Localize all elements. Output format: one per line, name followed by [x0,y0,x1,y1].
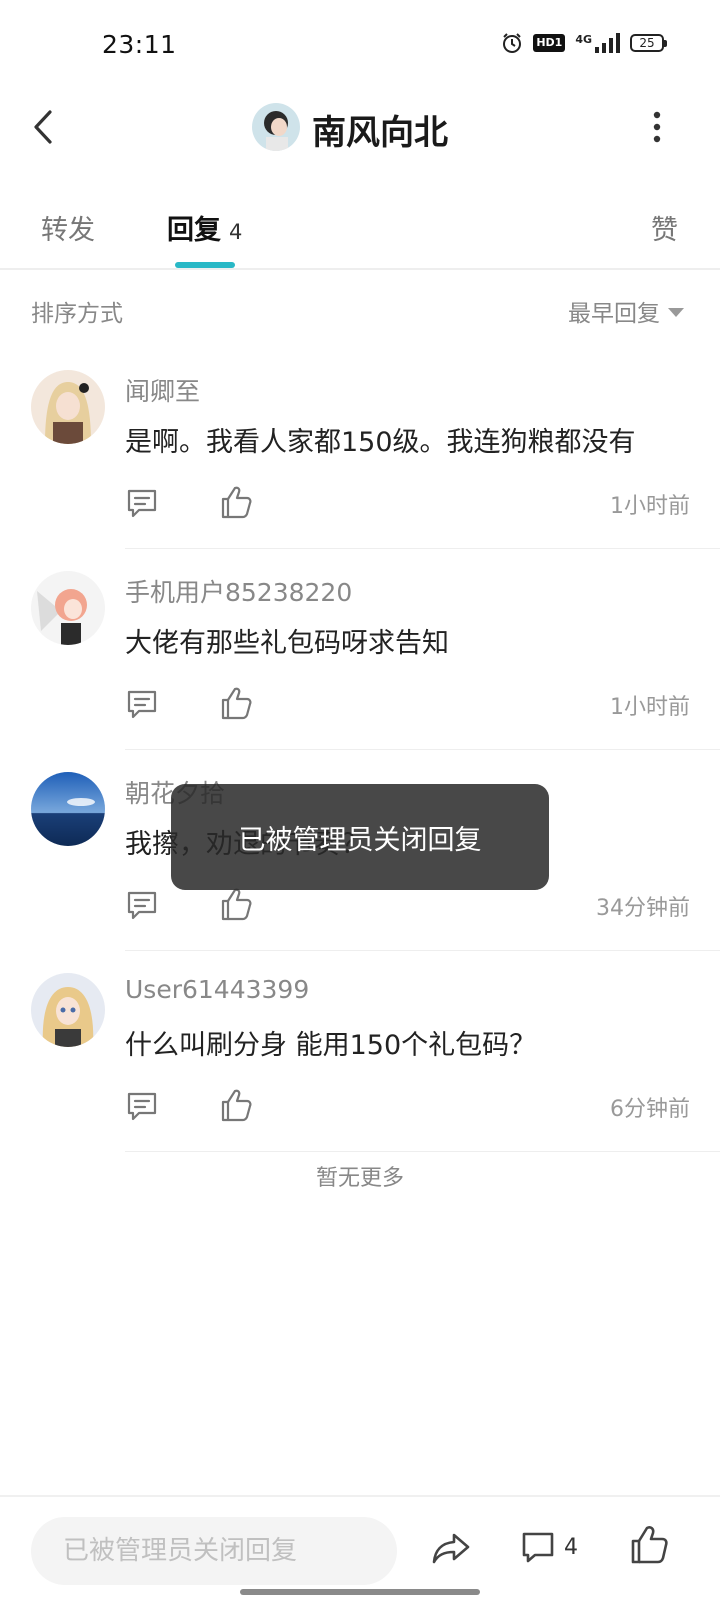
comment-text: 大佬有那些礼包码呀求告知 [125,628,449,659]
back-button[interactable] [22,104,68,150]
battery-level: 25 [639,36,655,50]
comment-text: 是啊。我看人家都150级。我连狗粮都没有 [125,427,636,458]
hd-badge: HD1 [533,34,566,52]
caret-down-icon [668,307,684,317]
tab-repost[interactable]: 转发 [41,208,95,247]
comment-item: 手机用户85238220 大佬有那些礼包码呀求告知 1小时前 [0,571,720,776]
home-indicator[interactable] [240,1589,480,1595]
tab-bar: 转发 回复 4 赞 [0,190,720,270]
network-label: 4G [575,32,592,46]
status-bar: 23:11 HD1 4G 25 [0,0,720,90]
divider [125,950,720,951]
status-time: 23:11 [102,30,177,59]
comment-time: 34分钟前 [596,896,690,921]
alarm-icon [503,33,522,53]
commenter-avatar[interactable] [31,571,105,645]
comment-time: 1小时前 [610,695,690,720]
tab-like[interactable]: 赞 [651,208,678,247]
thumbs-up-icon[interactable] [219,484,253,520]
share-icon[interactable] [430,1527,472,1569]
comment-item: 闻卿至 是啊。我看人家都150级。我连狗粮都没有 1小时前 [0,370,720,575]
chevron-left-icon [34,110,52,144]
divider [125,1151,720,1152]
toast-message: 已被管理员关闭回复 [171,784,549,890]
tab-reply-count: 4 [229,220,243,244]
comment-actions: 1小时前 [125,687,690,731]
reply-icon[interactable] [125,687,159,721]
thumbs-up-icon[interactable] [629,1523,669,1565]
thumbs-up-icon[interactable] [219,886,253,922]
top-bar: 南风向北 [0,90,720,170]
sort-value: 最早回复 [568,301,660,327]
sort-dropdown[interactable]: 最早回复 [568,294,684,328]
divider [125,548,720,549]
thumbs-up-icon[interactable] [219,685,253,721]
comment-time: 1小时前 [610,494,690,519]
signal-icon [595,33,620,53]
reply-icon[interactable] [125,1089,159,1123]
reply-input[interactable] [31,1517,397,1585]
page-title: 南风向北 [312,113,448,153]
comment-actions: 1小时前 [125,486,690,530]
reply-icon[interactable] [125,486,159,520]
commenter-name[interactable]: User61443399 [125,975,309,1004]
active-tab-indicator [175,262,235,268]
thumbs-up-icon[interactable] [219,1087,253,1123]
commenter-name[interactable]: 闻卿至 [125,372,200,408]
commenter-avatar[interactable] [31,772,105,846]
divider [125,749,720,750]
bottom-action-bar: 4 [0,1495,720,1600]
status-icons: HD1 4G 25 [501,32,667,54]
comment-text: 什么叫刷分身 能用150个礼包码？ [125,1030,537,1061]
sort-label: 排序方式 [31,301,123,327]
battery-icon: 25 [630,34,667,52]
comment-item: User61443399 什么叫刷分身 能用150个礼包码？ 6分钟前 [0,973,720,1178]
comment-time: 6分钟前 [610,1097,690,1122]
sort-bar: 排序方式 最早回复 [0,290,720,330]
commenter-name[interactable]: 手机用户85238220 [125,573,352,609]
comments-button[interactable]: 4 [520,1525,578,1569]
author-avatar[interactable] [252,103,300,151]
comment-count: 4 [564,1534,578,1560]
comment-actions: 34分钟前 [125,888,690,932]
reply-icon[interactable] [125,888,159,922]
commenter-avatar[interactable] [31,973,105,1047]
comment-icon [522,1532,554,1563]
more-options-button[interactable] [634,104,680,150]
commenter-avatar[interactable] [31,370,105,444]
comment-actions: 6分钟前 [125,1089,690,1133]
tab-reply-label: 回复 [167,215,221,246]
more-vertical-icon [653,111,661,143]
tab-reply[interactable]: 回复 4 [167,208,242,247]
list-end-text: 暂无更多 [315,1166,404,1191]
